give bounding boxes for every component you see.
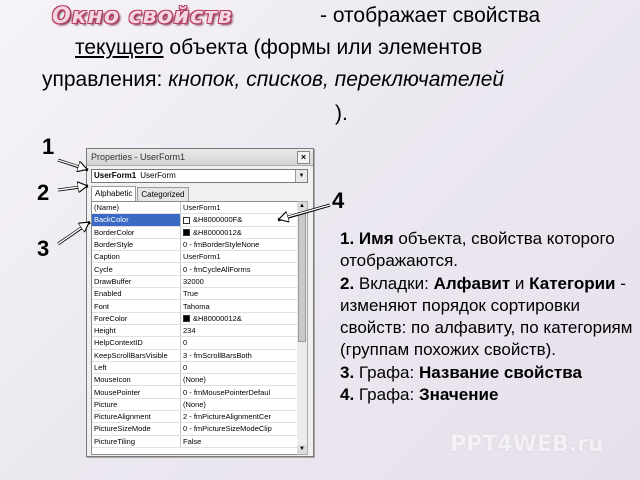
arrow-4 <box>280 204 331 219</box>
explain-2-num: 2. <box>340 273 355 293</box>
explain-2-categories: Категории <box>529 273 616 293</box>
explain-4-a: Графа: <box>354 385 419 405</box>
explain-2-a: Вкладки: <box>354 273 434 293</box>
explain-item-4: 4. Графа: Значение <box>340 384 640 406</box>
arrow-1 <box>57 159 86 169</box>
explain-item-1: 1. Имя объекта, свойства которого отобра… <box>340 228 640 273</box>
explain-4-num: 4. <box>340 385 355 405</box>
explain-3-a: Графа: <box>354 362 419 382</box>
explain-3-num: 3. <box>340 362 355 382</box>
explain-item-3: 3. Графа: Название свойства <box>340 362 640 384</box>
explain-1-bold: 1. Имя <box>340 229 394 248</box>
explain-item-2: 2. Вкладки: Алфавит и Категории - изменя… <box>340 273 640 362</box>
explain-4-value: Значение <box>418 385 499 405</box>
watermark: PPT4WEB.ru <box>450 432 604 457</box>
explanation-text: 1. Имя объекта, свойства которого отобра… <box>340 228 640 406</box>
explain-2-b: и <box>510 273 530 293</box>
explain-3-name: Название свойства <box>418 362 582 382</box>
explain-2-alphabet: Алфавит <box>433 273 511 293</box>
arrow-3 <box>57 223 88 245</box>
